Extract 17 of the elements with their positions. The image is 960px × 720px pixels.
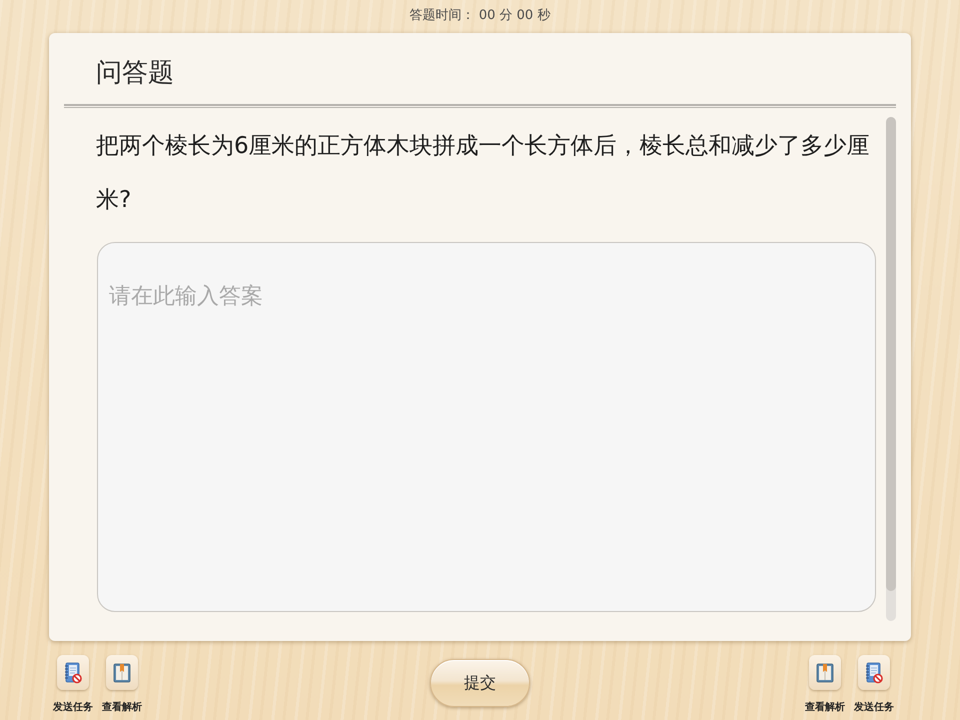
question-text: 把两个棱长为6厘米的正方体木块拼成一个长方体后，棱长总和减少了多少厘米? bbox=[96, 132, 871, 215]
send-task-button[interactable] bbox=[57, 655, 89, 690]
answer-timer: 答题时间： 00 分 00 秒 bbox=[410, 7, 550, 24]
answer-field[interactable]: 请在此输入答案 bbox=[97, 242, 876, 612]
submit-button[interactable]: 提交 bbox=[430, 659, 530, 707]
tool-label: 发送任务 bbox=[854, 700, 894, 714]
tool-label: 查看解析 bbox=[805, 700, 845, 714]
book-icon bbox=[816, 662, 834, 682]
notebook-icon bbox=[865, 662, 883, 684]
tool-label: 查看解析 bbox=[102, 700, 142, 714]
view-analysis-button[interactable] bbox=[106, 655, 138, 690]
tool-label: 发送任务 bbox=[53, 700, 93, 714]
book-icon bbox=[113, 662, 131, 682]
view-analysis-button[interactable] bbox=[809, 655, 841, 690]
send-task-button[interactable] bbox=[858, 655, 890, 690]
question-type-title: 问答题 bbox=[96, 57, 174, 90]
notebook-icon bbox=[64, 662, 82, 684]
